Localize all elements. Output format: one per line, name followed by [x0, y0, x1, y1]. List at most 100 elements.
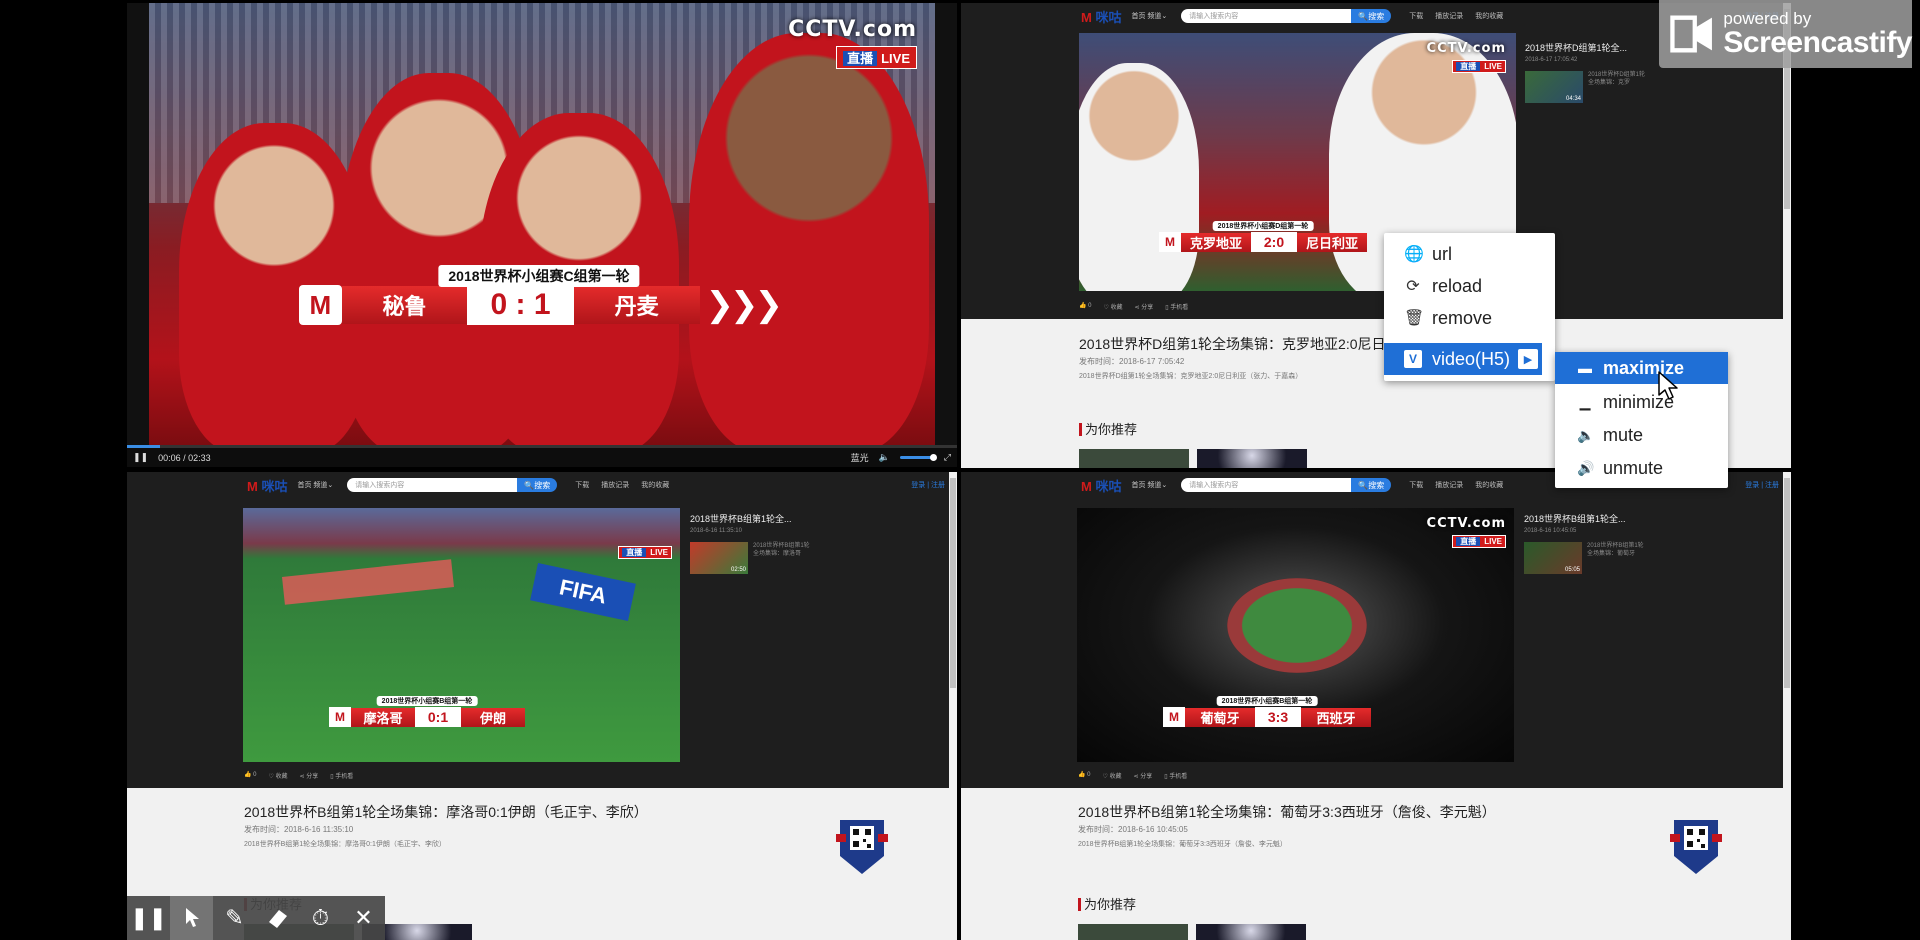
scrollbar[interactable]: [1783, 472, 1791, 940]
mobile-button[interactable]: ▯ 手机看: [1164, 771, 1187, 780]
share-button[interactable]: ⋖ 分享: [1135, 302, 1154, 311]
article-date: 发布时间：2018-6-16 10:45:05: [1078, 825, 1188, 834]
related-title[interactable]: 2018世界杯B组第1轮全...: [690, 512, 813, 525]
live-badge-zh: 直播: [843, 51, 878, 66]
related-item[interactable]: 05:05 2018世界杯B组第1轮全场集锦：葡萄牙: [1524, 542, 1647, 574]
main-video-frame[interactable]: CCTV.com 直播 LIVE 2018世界杯小组赛C组第一轮 M 秘鲁 0 :…: [149, 3, 935, 448]
menu-item-video-h5[interactable]: V video(H5) ▶: [1384, 343, 1542, 375]
favorites-link[interactable]: 我的收藏: [1475, 11, 1503, 21]
history-link[interactable]: 播放记录: [601, 480, 629, 490]
search-button[interactable]: 🔍 搜索: [1351, 478, 1392, 492]
webpage-pane-bottom-right[interactable]: M 咪咕 首页 频道⌄ 请输入搜索内容 🔍 搜索 下载 播放记录 我的收藏 登录 …: [961, 472, 1791, 940]
scrollbar-thumb[interactable]: [950, 478, 956, 688]
share-label: 分享: [1141, 305, 1154, 311]
share-button[interactable]: ⋖ 分享: [300, 771, 319, 780]
match-title: 2018世界杯小组赛B组第一轮: [376, 696, 478, 706]
site-logo[interactable]: M 咪咕: [1081, 476, 1121, 495]
scrollbar[interactable]: [1783, 3, 1791, 468]
mobile-button[interactable]: ▯ 手机看: [1165, 302, 1188, 311]
site-brand: 咪咕: [1095, 478, 1122, 494]
like-button[interactable]: 👍 0: [1079, 302, 1091, 311]
mobile-label: 手机看: [1170, 305, 1189, 311]
download-link[interactable]: 下载: [1409, 480, 1423, 490]
volume-icon[interactable]: 🔈: [879, 452, 890, 463]
submenu-item-unmute[interactable]: 🔊 unmute: [1555, 452, 1728, 484]
mobile-button[interactable]: ▯ 手机看: [330, 771, 353, 780]
team-right: 尼日利亚: [1297, 232, 1367, 252]
login-link[interactable]: 登录 | 注册: [911, 480, 945, 490]
related-title[interactable]: 2018世界杯D组第1轮全...: [1525, 41, 1648, 54]
submenu-item-maximize[interactable]: ▬ maximize: [1555, 352, 1728, 384]
nav-home[interactable]: 首页 频道⌄: [1131, 11, 1167, 21]
nav-home[interactable]: 首页 频道⌄: [1131, 480, 1167, 490]
search-input[interactable]: 请输入搜索内容: [347, 478, 518, 492]
site-logo[interactable]: M 咪咕: [1081, 7, 1121, 26]
history-link[interactable]: 播放记录: [1435, 480, 1463, 490]
close-icon[interactable]: ✕: [342, 896, 385, 940]
recommend-thumbnail[interactable]: [1079, 449, 1189, 468]
scrollbar[interactable]: [949, 472, 957, 940]
like-button[interactable]: 👍 0: [244, 771, 256, 780]
related-thumbnail[interactable]: 02:50: [690, 542, 748, 574]
site-logo[interactable]: M 咪咕: [247, 476, 287, 495]
menu-item-label: video(H5): [1432, 348, 1511, 369]
fullscreen-icon[interactable]: ⤢: [944, 452, 951, 463]
progress-bar[interactable]: [127, 445, 957, 448]
related-item[interactable]: 02:50 2018世界杯B组第1轮全场集锦：摩洛哥: [690, 542, 813, 574]
pause-icon[interactable]: ❚❚: [133, 452, 148, 463]
favorites-link[interactable]: 我的收藏: [641, 480, 669, 490]
video-player[interactable]: CCTV.com 直播 LIVE 2018世界杯小组赛B组第一轮 M 葡萄牙 3:…: [1077, 508, 1514, 762]
recommend-thumbnail[interactable]: [1196, 924, 1306, 940]
maximize-icon: ▬: [1578, 360, 1592, 376]
submenu-item-minimize[interactable]: ▁ minimize: [1555, 386, 1728, 418]
related-thumbnail[interactable]: 04:34: [1525, 71, 1583, 103]
like-button[interactable]: 👍 0: [1078, 771, 1090, 780]
download-link[interactable]: 下载: [575, 480, 589, 490]
recommend-thumbnail[interactable]: [1078, 924, 1188, 940]
channel-watermark: CCTV.com 直播 LIVE: [1427, 516, 1506, 549]
pen-icon[interactable]: ✎: [213, 896, 256, 940]
migu-logo-icon: M: [329, 707, 351, 727]
share-button[interactable]: ⋖ 分享: [1134, 771, 1153, 780]
recommend-heading: 为你推荐: [1079, 423, 1137, 436]
download-link[interactable]: 下载: [1409, 11, 1423, 21]
favorite-button[interactable]: ♡ 收藏: [1103, 302, 1122, 311]
submenu-item-mute[interactable]: 🔈 mute: [1555, 419, 1728, 451]
related-item[interactable]: 04:34 2018世界杯D组第1轮全场集锦：克罗: [1525, 71, 1648, 103]
live-badge-en: LIVE: [881, 51, 910, 66]
recommend-thumbnail[interactable]: [1197, 449, 1307, 468]
quality-button[interactable]: 蓝光: [851, 451, 869, 464]
video-player[interactable]: FIFA 直播 LIVE 2018世界杯小组赛B组第一轮 M 摩洛哥 0:1 伊朗: [243, 508, 680, 762]
search-button[interactable]: 🔍 搜索: [1351, 9, 1392, 23]
favorite-button[interactable]: ♡ 收藏: [1102, 771, 1121, 780]
match-title: 2018世界杯小组赛D组第一轮: [1212, 221, 1314, 231]
article-date: 发布时间：2018-6-16 11:35:10: [244, 825, 354, 834]
related-title[interactable]: 2018世界杯B组第1轮全...: [1524, 512, 1647, 525]
favorite-button[interactable]: ♡ 收藏: [268, 771, 287, 780]
webpage-pane-bottom-left[interactable]: M 咪咕 首页 频道⌄ 请输入搜索内容 🔍 搜索 下载 播放记录 我的收藏 登录 …: [127, 472, 957, 940]
volume-slider[interactable]: [899, 454, 937, 461]
migu-logo-icon: M: [299, 285, 342, 325]
menu-item-url[interactable]: 🌐 url: [1384, 238, 1555, 270]
channel-watermark: 直播 LIVE: [618, 542, 672, 560]
nav-home[interactable]: 首页 频道⌄: [297, 480, 333, 490]
player-figure: [1079, 63, 1199, 291]
search-input[interactable]: 请输入搜索内容: [1181, 9, 1352, 23]
scrollbar-thumb[interactable]: [1784, 478, 1790, 688]
live-badge: 直播 LIVE: [1452, 60, 1506, 73]
screencastify-logo-icon: [1670, 15, 1712, 53]
duration-label: 02:50: [730, 567, 746, 573]
login-link[interactable]: 登录 | 注册: [1745, 480, 1779, 490]
menu-item-remove[interactable]: 🗑 remove: [1384, 302, 1555, 334]
pointer-icon[interactable]: [170, 896, 213, 940]
timer-icon[interactable]: ⏱: [299, 896, 342, 940]
search-input[interactable]: 请输入搜索内容: [1181, 478, 1352, 492]
related-thumbnail[interactable]: 05:05: [1524, 542, 1582, 574]
menu-item-reload[interactable]: ⟳ reload: [1384, 270, 1555, 302]
search-button[interactable]: 🔍 搜索: [517, 478, 558, 492]
pause-icon[interactable]: ❚❚: [127, 896, 170, 940]
main-video-pane[interactable]: CCTV.com 直播 LIVE 2018世界杯小组赛C组第一轮 M 秘鲁 0 :…: [127, 3, 957, 467]
history-link[interactable]: 播放记录: [1435, 11, 1463, 21]
favorites-link[interactable]: 我的收藏: [1475, 480, 1503, 490]
eraser-icon[interactable]: [256, 896, 299, 940]
